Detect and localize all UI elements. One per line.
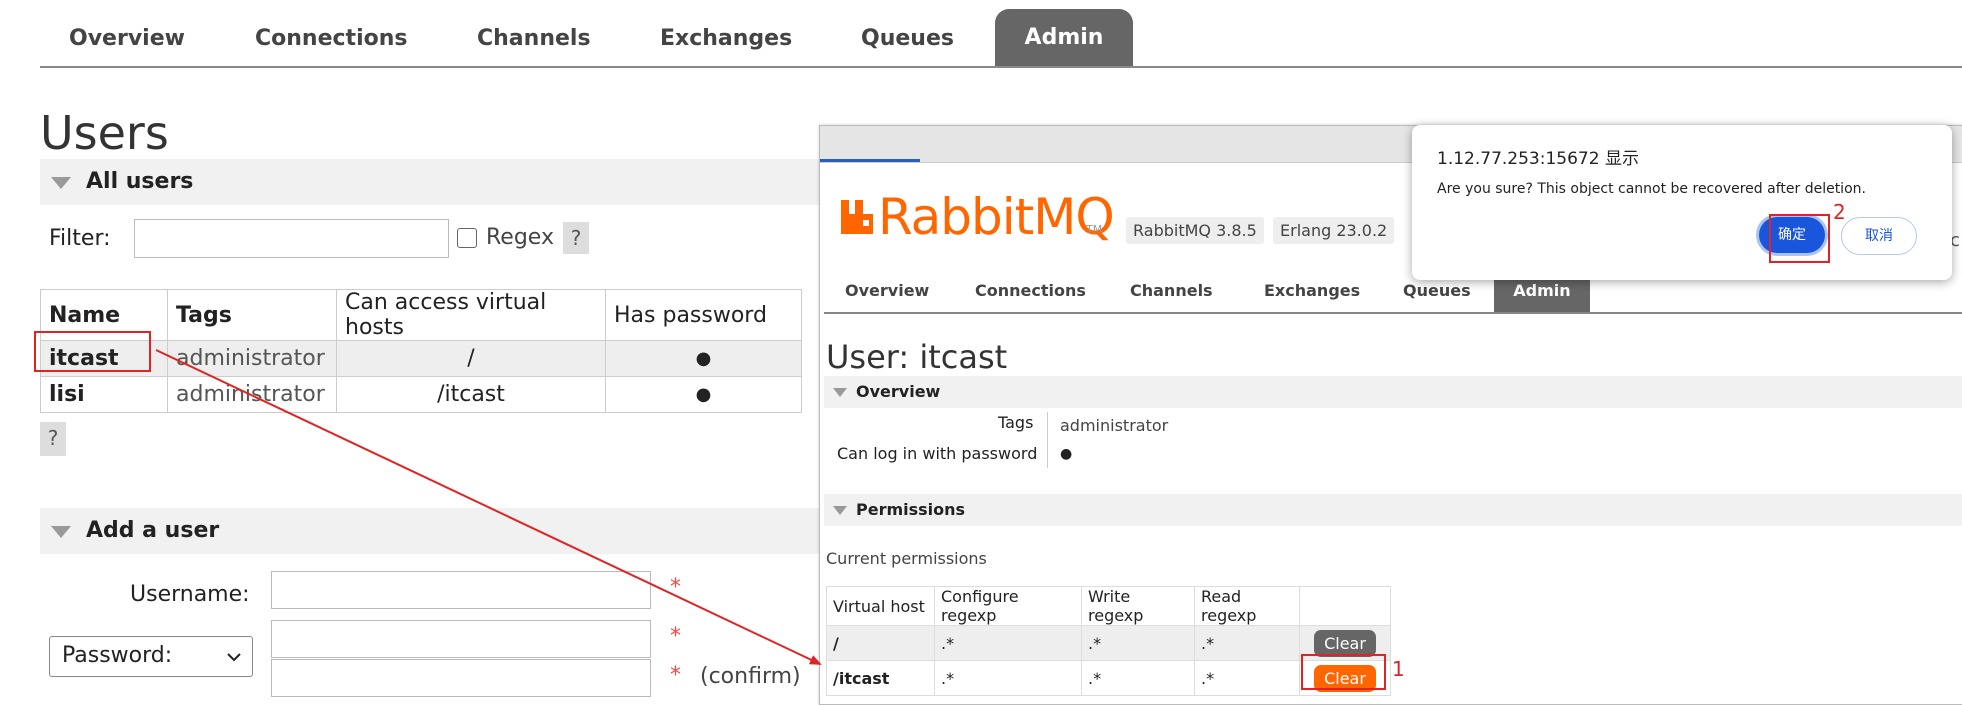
annotation-arrow bbox=[155, 349, 822, 665]
